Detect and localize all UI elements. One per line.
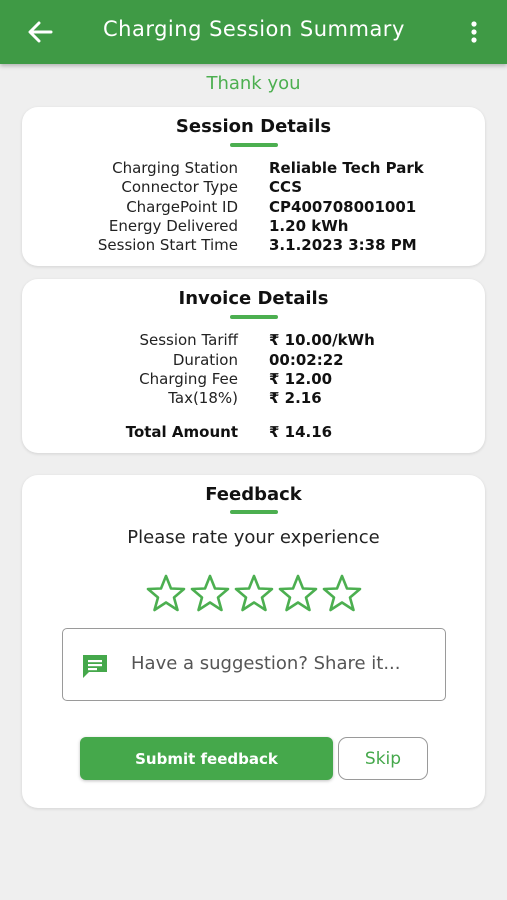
title-underline — [229, 510, 278, 514]
total-label: Total Amount — [125, 423, 238, 441]
invoice-label: Duration — [172, 351, 238, 369]
feedback-title: Feedback — [205, 484, 302, 505]
detail-row-session-start-time: Session Start Time 3.1.2023 3:38 PM — [22, 236, 485, 256]
rating-prompt: Please rate your experience — [127, 527, 380, 548]
invoice-row-charging-fee: Charging Fee ₹ 12.00 — [22, 370, 485, 390]
title-underline — [229, 315, 278, 319]
feedback-card: Feedback Please rate your experience Hav… — [22, 475, 485, 808]
detail-value: 1.20 kWh — [269, 217, 349, 235]
detail-label: Charging Station — [112, 159, 238, 177]
detail-row-chargepoint-id: ChargePoint ID CP400708001001 — [22, 198, 485, 218]
invoice-label: Charging Fee — [139, 370, 238, 388]
thank-you-text: Thank you — [206, 73, 301, 94]
session-details-card: Session Details Charging Station Reliabl… — [22, 107, 485, 266]
star-5-icon[interactable] — [322, 573, 362, 613]
session-details-title: Session Details — [175, 116, 332, 137]
title-underline — [229, 143, 278, 147]
detail-value: CP400708001001 — [269, 198, 417, 216]
invoice-label: Tax(18%) — [168, 389, 238, 407]
star-4-icon[interactable] — [278, 573, 318, 613]
invoice-label: Session Tariff — [139, 331, 238, 349]
detail-row-charging-station: Charging Station Reliable Tech Park — [22, 159, 485, 179]
detail-label: Connector Type — [121, 178, 238, 196]
star-rating — [22, 573, 485, 617]
overflow-menu-button[interactable] — [462, 16, 486, 48]
detail-label: Energy Delivered — [108, 217, 238, 235]
arrow-left-icon — [28, 21, 53, 43]
invoice-row-total-amount: Total Amount ₹ 14.16 — [22, 423, 485, 443]
detail-row-energy-delivered: Energy Delivered 1.20 kWh — [22, 217, 485, 237]
detail-row-connector-type: Connector Type CCS — [22, 178, 485, 198]
invoice-details-card: Invoice Details Session Tariff ₹ 10.00/k… — [22, 279, 485, 453]
invoice-row-tax: Tax(18%) ₹ 2.16 — [22, 389, 485, 409]
detail-label: Session Start Time — [97, 236, 238, 254]
invoice-row-duration: Duration 00:02:22 — [22, 351, 485, 371]
back-button[interactable] — [22, 16, 58, 48]
invoice-value: ₹ 2.16 — [269, 389, 322, 407]
detail-label: ChargePoint ID — [126, 198, 238, 216]
invoice-value: ₹ 12.00 — [269, 370, 333, 388]
star-1-icon[interactable] — [146, 573, 186, 613]
detail-value: Reliable Tech Park — [269, 159, 424, 177]
detail-value: 3.1.2023 3:38 PM — [269, 236, 417, 254]
skip-button[interactable]: Skip — [338, 737, 428, 780]
suggestion-placeholder: Have a suggestion? Share it... — [131, 653, 401, 674]
invoice-details-title: Invoice Details — [178, 288, 329, 309]
invoice-value: 00:02:22 — [269, 351, 344, 369]
invoice-row-session-tariff: Session Tariff ₹ 10.00/kWh — [22, 331, 485, 351]
invoice-value: ₹ 10.00/kWh — [269, 331, 375, 349]
total-value: ₹ 14.16 — [269, 423, 333, 441]
page-title: Charging Session Summary — [103, 17, 405, 41]
suggestion-input[interactable]: Have a suggestion? Share it... — [62, 628, 446, 701]
more-vertical-icon — [471, 21, 477, 43]
app-bar: Charging Session Summary — [0, 0, 507, 64]
detail-value: CCS — [269, 178, 303, 196]
chat-icon — [83, 655, 107, 678]
star-3-icon[interactable] — [234, 573, 274, 613]
submit-feedback-button[interactable]: Submit feedback — [80, 737, 333, 780]
star-2-icon[interactable] — [190, 573, 230, 613]
